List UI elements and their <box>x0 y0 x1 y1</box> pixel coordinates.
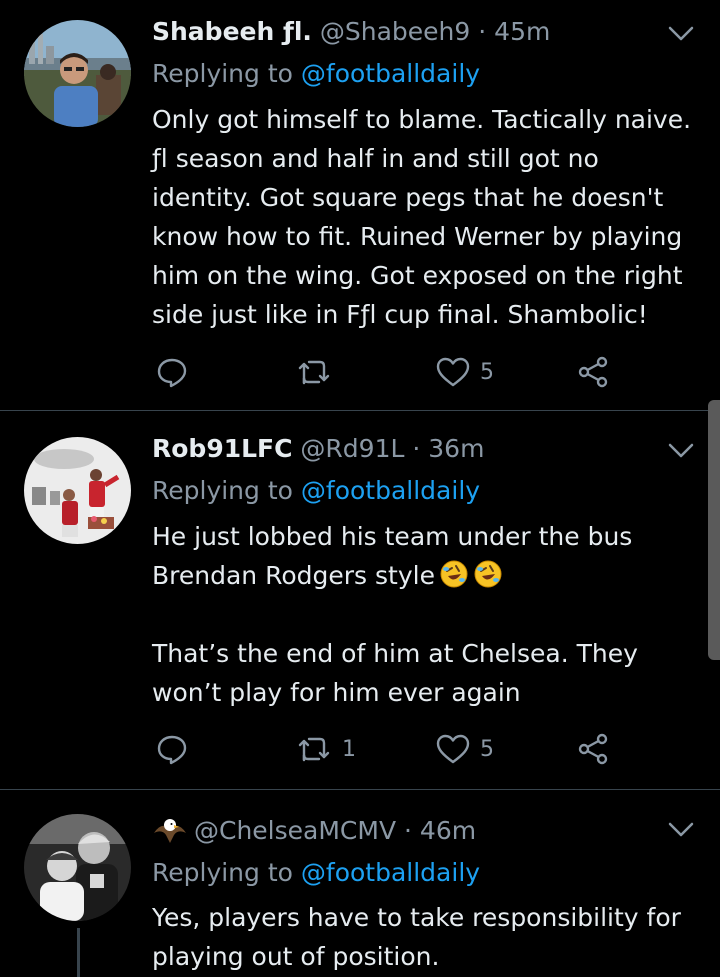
avatar-image <box>24 20 131 127</box>
reply-button[interactable] <box>156 729 188 769</box>
tweet-text: Yes, players have to take responsibility… <box>152 898 692 976</box>
chevron-down-icon[interactable] <box>666 814 696 844</box>
avatar[interactable] <box>24 437 131 544</box>
like-count: 5 <box>480 359 494 385</box>
avatar[interactable] <box>24 814 131 921</box>
timestamp[interactable]: · 45m <box>478 17 550 46</box>
like-button[interactable]: 5 <box>436 729 494 769</box>
avatar[interactable] <box>24 20 131 127</box>
share-icon <box>578 733 608 765</box>
tweet-text: He just lobbed his team under the bus Br… <box>152 517 692 712</box>
retweet-button[interactable]: 1 <box>296 729 356 769</box>
replying-to-link[interactable]: @footballdaily <box>301 476 480 505</box>
display-name[interactable]: Rob91LFC <box>152 434 292 463</box>
tweet-paragraph: Only got himself to blame. Tactically na… <box>152 105 692 329</box>
tweet-text: Only got himself to blame. Tactically na… <box>152 100 692 334</box>
timeline: Shabeeh ƒl. @Shabeeh9 · 45m Replying to … <box>0 0 720 977</box>
timestamp[interactable]: · 36m <box>412 434 484 463</box>
replying-prefix: Replying to <box>152 476 293 505</box>
tweet[interactable]: Shabeeh ƒl. @Shabeeh9 · 45m Replying to … <box>0 0 720 410</box>
avatar-image <box>24 437 131 544</box>
timestamp[interactable]: · 46m <box>404 816 476 845</box>
tweet-header: @ChelseaMCMV · 46m <box>152 814 660 848</box>
share-button[interactable] <box>576 352 610 392</box>
tweet-actions: 5 <box>152 352 632 392</box>
user-handle[interactable]: @Rd91L <box>300 434 404 463</box>
rolling-laughing-emoji <box>440 560 468 588</box>
heart-icon <box>436 734 470 764</box>
retweet-button[interactable] <box>296 352 332 392</box>
display-name[interactable]: Shabeeh ƒl. <box>152 17 312 46</box>
retweet-icon <box>298 360 330 385</box>
tweet-header: Shabeeh ƒl. @Shabeeh9 · 45m <box>152 15 660 49</box>
reply-icon <box>157 735 187 765</box>
chevron-down-icon[interactable] <box>666 435 696 465</box>
share-icon <box>578 356 608 388</box>
chevron-down-icon[interactable] <box>666 18 696 48</box>
replying-to-link[interactable]: @footballdaily <box>301 858 480 887</box>
replying-to: Replying to @footballdaily <box>152 57 480 91</box>
scrollbar[interactable] <box>708 400 720 660</box>
tweet[interactable]: Rob91LFC @Rd91L · 36m Replying to @footb… <box>0 411 720 789</box>
user-handle[interactable]: @Shabeeh9 <box>320 17 470 46</box>
retweet-count: 1 <box>342 736 356 762</box>
reply-icon <box>157 358 187 388</box>
tweet-header: Rob91LFC @Rd91L · 36m <box>152 432 660 466</box>
tweet-paragraph: That’s the end of him at Chelsea. They w… <box>152 639 638 707</box>
heart-icon <box>436 357 470 387</box>
replying-to: Replying to @footballdaily <box>152 856 480 890</box>
user-handle[interactable]: @ChelseaMCMV <box>194 816 396 845</box>
replying-to: Replying to @footballdaily <box>152 474 480 508</box>
thread-line <box>77 928 80 977</box>
tweet-paragraph-text: He just lobbed his team under the bus Br… <box>152 522 633 590</box>
replying-prefix: Replying to <box>152 858 293 887</box>
tweet-actions: 1 5 <box>152 729 632 769</box>
tweet-paragraph: He just lobbed his team under the bus Br… <box>152 517 692 595</box>
tweet[interactable]: @ChelseaMCMV · 46m Replying to @football… <box>0 790 720 977</box>
replying-prefix: Replying to <box>152 59 293 88</box>
eagle-emoji <box>154 819 186 843</box>
share-button[interactable] <box>576 729 610 769</box>
tweet-paragraph: Yes, players have to take responsibility… <box>152 903 681 971</box>
avatar-image <box>24 814 131 921</box>
reply-button[interactable] <box>156 352 188 392</box>
like-count: 5 <box>480 736 494 762</box>
retweet-icon <box>298 737 330 762</box>
rolling-laughing-emoji <box>474 560 502 588</box>
like-button[interactable]: 5 <box>436 352 494 392</box>
replying-to-link[interactable]: @footballdaily <box>301 59 480 88</box>
